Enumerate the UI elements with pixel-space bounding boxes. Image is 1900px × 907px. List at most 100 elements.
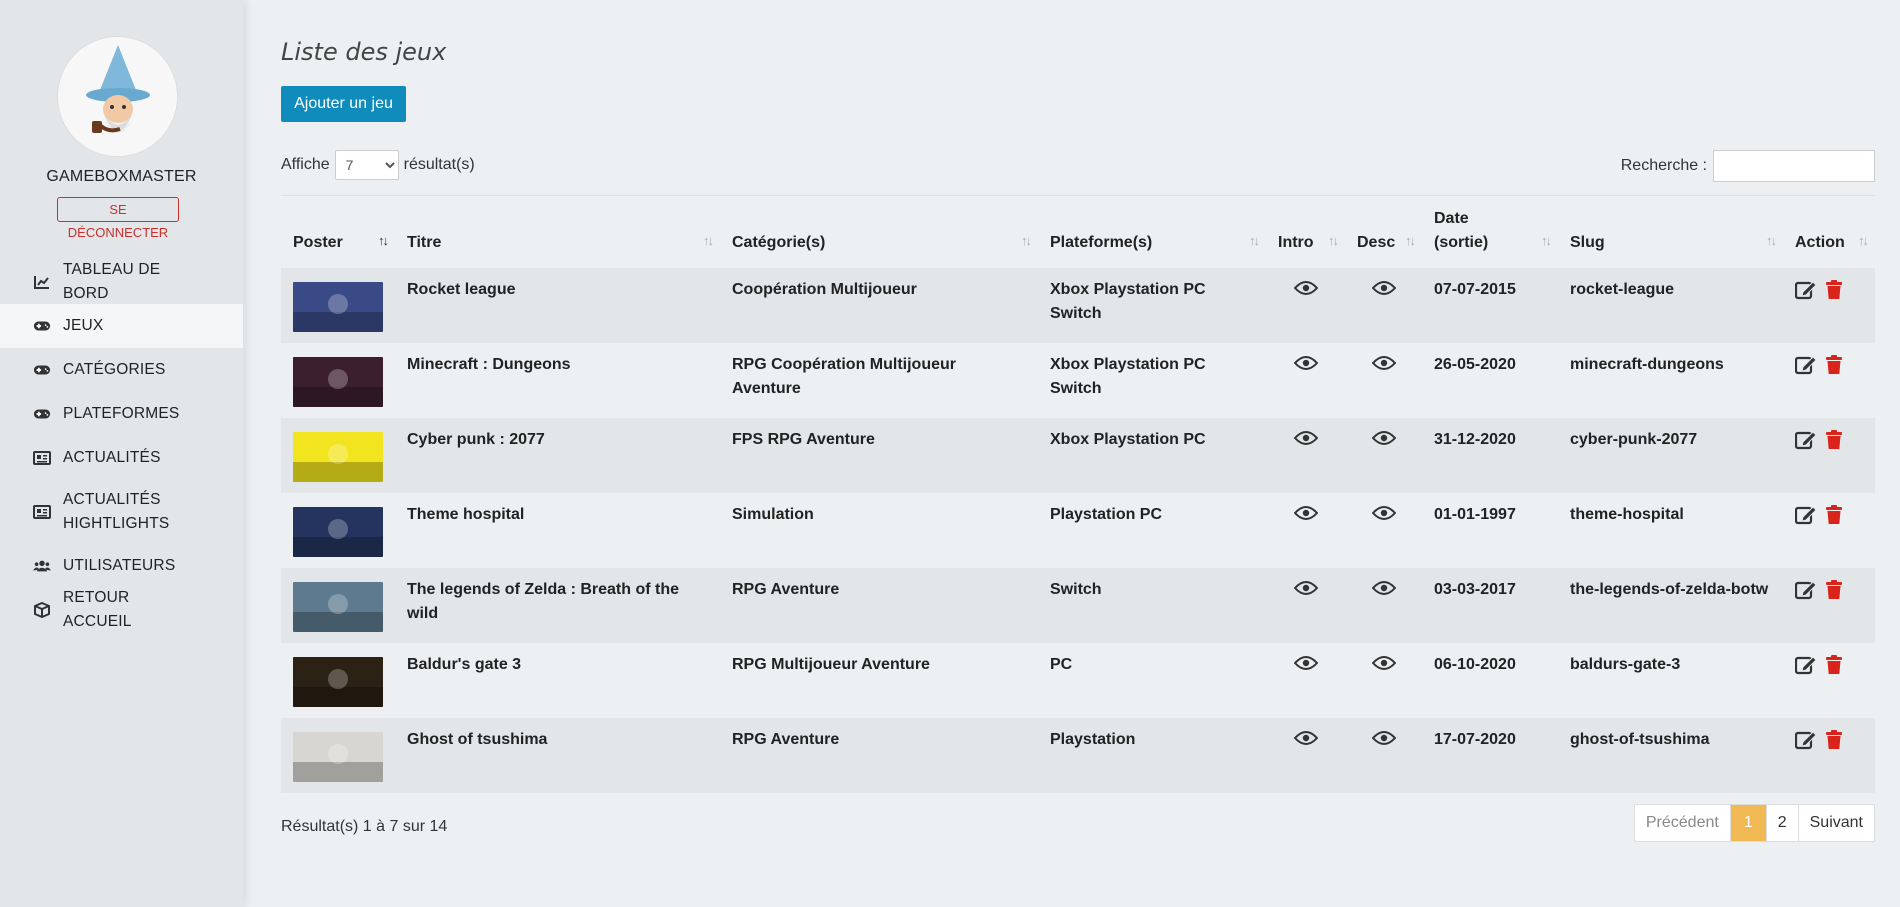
sidebar-item-games[interactable]: JEUX bbox=[0, 304, 243, 348]
eye-icon[interactable] bbox=[1278, 280, 1333, 304]
sidebar-item-home[interactable]: RETOUR ACCUEIL bbox=[0, 588, 243, 632]
col-header-poster[interactable]: Poster ↑↓ bbox=[281, 204, 395, 268]
trash-icon[interactable] bbox=[1825, 505, 1843, 533]
eye-icon[interactable] bbox=[1357, 655, 1410, 679]
pagination-page-1[interactable]: 1 bbox=[1730, 805, 1767, 841]
add-game-button[interactable]: Ajouter un jeu bbox=[281, 86, 406, 122]
edit-icon[interactable] bbox=[1794, 580, 1817, 608]
desc-cell bbox=[1345, 268, 1422, 343]
eye-icon[interactable] bbox=[1278, 580, 1333, 604]
eye-icon[interactable] bbox=[1357, 730, 1410, 754]
action-cell bbox=[1783, 568, 1875, 643]
eye-icon[interactable] bbox=[1357, 430, 1410, 454]
eye-icon[interactable] bbox=[1278, 355, 1333, 379]
pagination-page-2[interactable]: 2 bbox=[1767, 805, 1799, 841]
edit-icon[interactable] bbox=[1794, 280, 1817, 308]
col-header-platforms[interactable]: Plateforme(s) ↑↓ bbox=[1038, 204, 1266, 268]
game-poster-image bbox=[293, 432, 383, 482]
sort-icon: ↑↓ bbox=[1405, 233, 1416, 248]
col-header-intro[interactable]: Intro ↑↓ bbox=[1266, 204, 1345, 268]
game-slug: minecraft-dungeons bbox=[1570, 356, 1724, 373]
newspaper-icon bbox=[33, 450, 51, 466]
search-input[interactable] bbox=[1713, 150, 1875, 182]
poster-cell bbox=[281, 268, 395, 343]
game-date: 06-10-2020 bbox=[1434, 656, 1516, 673]
eye-icon[interactable] bbox=[1278, 505, 1333, 529]
logout-button[interactable]: SE DÉCONNECTER bbox=[57, 197, 179, 240]
game-title: Cyber punk : 2077 bbox=[407, 431, 545, 448]
trash-icon[interactable] bbox=[1825, 355, 1843, 383]
col-header-slug[interactable]: Slug ↑↓ bbox=[1558, 204, 1783, 268]
game-platforms: PC bbox=[1050, 656, 1073, 673]
game-poster-image bbox=[293, 582, 383, 632]
games-table: Poster ↑↓ Titre ↑↓ Catégorie(s) ↑↓ Platefor… bbox=[281, 204, 1875, 793]
poster-cell bbox=[281, 493, 395, 568]
sidebar-item-label: ACTUALITÉS HIGHTLIGHTS bbox=[63, 491, 170, 532]
length-select[interactable]: 7 bbox=[334, 150, 399, 180]
game-categories: RPG Coopération Multijoueur Aventure bbox=[732, 356, 956, 397]
trash-icon[interactable] bbox=[1825, 280, 1843, 308]
sort-icon: ↑↓ bbox=[1541, 233, 1552, 248]
sidebar-item-dashboard[interactable]: TABLEAU DE BORD bbox=[0, 260, 243, 304]
intro-cell bbox=[1266, 268, 1345, 343]
intro-cell bbox=[1266, 493, 1345, 568]
results-info: Résultat(s) 1 à 7 sur 14 bbox=[281, 818, 448, 835]
game-date: 26-05-2020 bbox=[1434, 356, 1516, 373]
col-header-categories[interactable]: Catégorie(s) ↑↓ bbox=[720, 204, 1038, 268]
sidebar-item-news[interactable]: ACTUALITÉS bbox=[0, 436, 243, 480]
edit-icon[interactable] bbox=[1794, 730, 1817, 758]
eye-icon[interactable] bbox=[1357, 355, 1410, 379]
sidebar-item-categories[interactable]: CATÉGORIES bbox=[0, 348, 243, 392]
sidebar-item-platforms[interactable]: PLATEFORMES bbox=[0, 392, 243, 436]
trash-icon[interactable] bbox=[1825, 730, 1843, 758]
sort-icon: ↑↓ bbox=[1328, 233, 1339, 248]
game-platforms: Xbox Playstation PC Switch bbox=[1050, 281, 1206, 322]
game-slug: rocket-league bbox=[1570, 281, 1675, 298]
edit-icon[interactable] bbox=[1794, 430, 1817, 458]
wizard-avatar-icon bbox=[58, 37, 177, 156]
edit-icon[interactable] bbox=[1794, 355, 1817, 383]
trash-icon[interactable] bbox=[1825, 655, 1843, 683]
edit-icon[interactable] bbox=[1794, 655, 1817, 683]
pagination-prev[interactable]: Précédent bbox=[1635, 805, 1731, 841]
col-header-desc[interactable]: Desc ↑↓ bbox=[1345, 204, 1422, 268]
length-prefix: Affiche bbox=[281, 156, 330, 173]
desc-cell bbox=[1345, 343, 1422, 418]
sidebar-item-users[interactable]: UTILISATEURS bbox=[0, 544, 243, 588]
game-date: 03-03-2017 bbox=[1434, 581, 1516, 598]
desc-cell bbox=[1345, 568, 1422, 643]
pagination-next[interactable]: Suivant bbox=[1799, 805, 1874, 841]
game-title: Baldur's gate 3 bbox=[407, 656, 522, 673]
table-row: Baldur's gate 3 RPG Multijoueur Aventure… bbox=[281, 643, 1875, 718]
intro-cell bbox=[1266, 568, 1345, 643]
trash-icon[interactable] bbox=[1825, 430, 1843, 458]
edit-icon[interactable] bbox=[1794, 505, 1817, 533]
sidebar-item-label: PLATEFORMES bbox=[63, 405, 180, 422]
eye-icon[interactable] bbox=[1357, 580, 1410, 604]
col-header-action[interactable]: Action ↑↓ bbox=[1783, 204, 1875, 268]
col-header-title[interactable]: Titre ↑↓ bbox=[395, 204, 720, 268]
username: GAMEBOXMASTER bbox=[46, 168, 197, 185]
col-header-date[interactable]: Date (sortie) ↑↓ bbox=[1422, 204, 1558, 268]
game-slug: baldurs-gate-3 bbox=[1570, 656, 1681, 673]
chart-line-icon bbox=[33, 274, 51, 290]
trash-icon[interactable] bbox=[1825, 580, 1843, 608]
eye-icon[interactable] bbox=[1278, 430, 1333, 454]
poster-cell bbox=[281, 643, 395, 718]
game-categories: RPG Multijoueur Aventure bbox=[732, 656, 930, 673]
sort-asc-icon: ↑↓ bbox=[378, 233, 389, 248]
sidebar-item-label: ACTUALITÉS bbox=[63, 449, 161, 466]
eye-icon[interactable] bbox=[1278, 655, 1333, 679]
game-date: 17-07-2020 bbox=[1434, 731, 1516, 748]
page-title: Liste des jeux bbox=[281, 38, 447, 66]
game-platforms: Switch bbox=[1050, 581, 1102, 598]
eye-icon[interactable] bbox=[1278, 730, 1333, 754]
sidebar-item-label: CATÉGORIES bbox=[63, 361, 166, 378]
gamepad-icon bbox=[33, 318, 51, 334]
sort-icon: ↑↓ bbox=[1021, 233, 1032, 248]
eye-icon[interactable] bbox=[1357, 280, 1410, 304]
eye-icon[interactable] bbox=[1357, 505, 1410, 529]
sidebar-item-news-highlights[interactable]: ACTUALITÉS HIGHTLIGHTS bbox=[0, 480, 243, 544]
game-categories: Simulation bbox=[732, 506, 814, 523]
game-title: Minecraft : Dungeons bbox=[407, 356, 571, 373]
